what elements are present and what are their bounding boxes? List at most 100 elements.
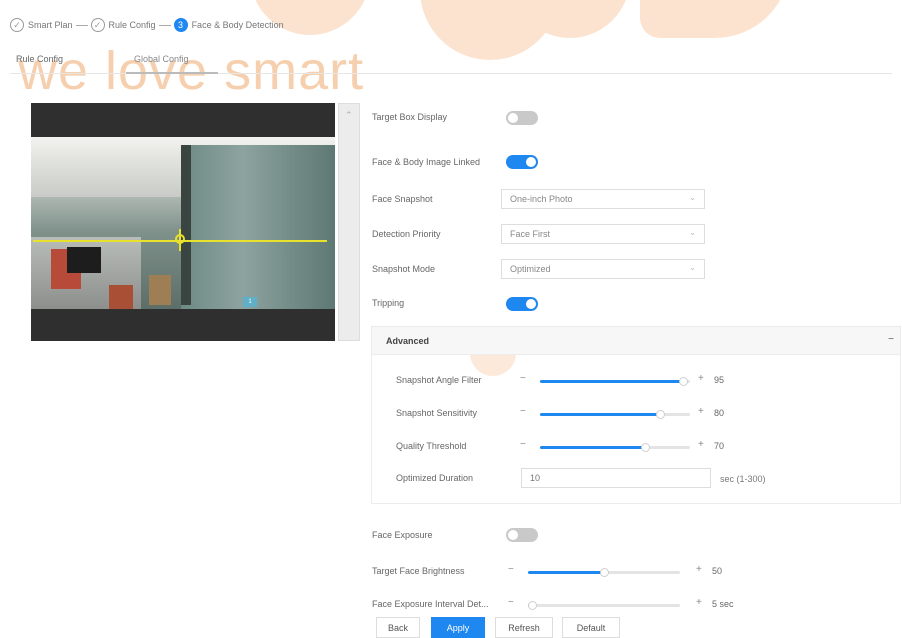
detection-priority-label: Detection Priority [372, 229, 441, 239]
advanced-header[interactable]: Advanced − [372, 327, 900, 355]
slider-knob[interactable] [528, 601, 537, 610]
chevron-down-icon: ⌄ [689, 193, 696, 202]
optimized-duration-unit: sec (1-300) [720, 474, 766, 484]
minus-icon[interactable]: − [888, 334, 894, 345]
face-body-linked-toggle[interactable] [506, 155, 538, 169]
snapshot-angle-filter-label: Snapshot Angle Filter [396, 375, 482, 385]
tab-rule-config[interactable]: Rule Config [16, 54, 63, 64]
rule-tag: 1 [243, 297, 257, 307]
chevron-up-icon: ⌃ [345, 110, 353, 120]
row-optimized-duration: Optimized Duration [396, 468, 473, 488]
tab-global-config[interactable]: Global Config [134, 54, 189, 64]
back-button[interactable]: Back [376, 617, 420, 638]
step-number: 3 [173, 18, 188, 32]
check-icon: ✓ [10, 18, 24, 32]
step-label: Face & Body Detection [191, 20, 284, 30]
video-glass-wall [181, 145, 335, 309]
snapshot-angle-filter-value: 95 [714, 375, 725, 385]
refresh-button[interactable]: Refresh [495, 617, 553, 638]
brand-background-shape [640, 0, 790, 38]
step-connector [158, 24, 171, 26]
detection-priority-select[interactable]: Face First ⌄ [501, 224, 705, 244]
plus-icon[interactable]: + [696, 564, 702, 575]
face-snapshot-select[interactable]: One-inch Photo ⌄ [501, 189, 705, 209]
face-body-linked-label: Face & Body Image Linked [372, 157, 481, 167]
row-face-body-linked: Face & Body Image Linked [372, 152, 480, 172]
step-label: Rule Config [108, 20, 156, 30]
optimized-duration-label: Optimized Duration [396, 473, 474, 483]
chevron-down-icon: ⌄ [689, 263, 696, 272]
step-label: Smart Plan [28, 20, 73, 30]
step-smart-plan[interactable]: ✓ Smart Plan [10, 18, 73, 32]
minus-icon[interactable]: − [520, 373, 526, 384]
tripping-label: Tripping [372, 298, 405, 308]
video-side-scroll[interactable]: ⌃ [338, 103, 360, 341]
wizard-stepper: ✓ Smart Plan ✓ Rule Config 3 Face & Body… [10, 15, 284, 35]
active-tab-indicator [126, 72, 218, 74]
tripwire-handle[interactable] [175, 234, 185, 244]
snapshot-mode-select[interactable]: Optimized ⌄ [501, 259, 705, 279]
target-box-display-label: Target Box Display [372, 112, 448, 122]
chevron-down-icon: ⌄ [689, 228, 696, 237]
quality-threshold-label: Quality Threshold [396, 441, 467, 451]
plus-icon[interactable]: + [698, 406, 704, 417]
quality-threshold-value: 70 [714, 441, 725, 451]
slider-knob[interactable] [656, 410, 665, 419]
target-box-display-toggle[interactable] [506, 111, 538, 125]
select-value: Optimized [510, 264, 551, 274]
row-face-exposure: Face Exposure [372, 525, 433, 545]
video-pillar [181, 145, 191, 305]
video-preview[interactable]: 1 [31, 103, 335, 341]
target-face-brightness-value: 50 [712, 566, 723, 576]
slider-fill [540, 446, 645, 449]
plus-icon[interactable]: + [698, 373, 704, 384]
row-face-snapshot: Face Snapshot [372, 189, 433, 209]
check-icon: ✓ [90, 18, 105, 32]
slider-knob[interactable] [679, 377, 688, 386]
face-exposure-toggle[interactable] [506, 528, 538, 542]
select-value: Face First [510, 229, 551, 239]
minus-icon[interactable]: − [508, 597, 514, 608]
step-connector [75, 24, 88, 26]
slider-knob[interactable] [641, 443, 650, 452]
face-exposure-interval-label: Face Exposure Interval Det... [372, 599, 489, 609]
tripping-toggle[interactable] [506, 297, 538, 311]
row-tripping: Tripping [372, 293, 404, 313]
select-value: One-inch Photo [510, 194, 573, 204]
snapshot-mode-label: Snapshot Mode [372, 264, 436, 274]
config-tabs: Rule Config Global Config [10, 50, 892, 74]
face-exposure-interval-slider[interactable] [528, 601, 680, 610]
plus-icon[interactable]: + [698, 439, 704, 450]
row-snapshot-mode: Snapshot Mode [372, 259, 435, 279]
quality-threshold-slider[interactable] [540, 443, 690, 452]
minus-icon[interactable]: − [520, 406, 526, 417]
row-detection-priority: Detection Priority [372, 224, 441, 244]
step-rule-config[interactable]: ✓ Rule Config [90, 18, 156, 32]
video-cabinet [109, 285, 133, 309]
apply-button[interactable]: Apply [431, 617, 485, 638]
advanced-title: Advanced [386, 336, 430, 346]
slider-fill [540, 380, 683, 383]
video-box [149, 275, 171, 305]
snapshot-sensitivity-slider[interactable] [540, 410, 690, 419]
slider-fill [540, 413, 660, 416]
face-exposure-label: Face Exposure [372, 530, 433, 540]
slider-knob[interactable] [600, 568, 609, 577]
face-exposure-interval-value: 5 sec [712, 599, 734, 609]
snapshot-sensitivity-value: 80 [714, 408, 725, 418]
minus-icon[interactable]: − [520, 439, 526, 450]
plus-icon[interactable]: + [696, 597, 702, 608]
video-scene [31, 137, 335, 309]
optimized-duration-input[interactable]: 10 [521, 468, 711, 488]
snapshot-sensitivity-label: Snapshot Sensitivity [396, 408, 478, 418]
video-monitor [67, 247, 101, 273]
target-face-brightness-label: Target Face Brightness [372, 566, 465, 576]
minus-icon[interactable]: − [508, 564, 514, 575]
slider-fill [528, 571, 604, 574]
target-face-brightness-slider[interactable] [528, 568, 680, 577]
face-snapshot-label: Face Snapshot [372, 194, 433, 204]
snapshot-angle-filter-slider[interactable] [540, 377, 690, 386]
default-button[interactable]: Default [562, 617, 620, 638]
row-target-box-display: Target Box Display [372, 107, 447, 127]
step-face-body-detection[interactable]: 3 Face & Body Detection [173, 18, 284, 32]
